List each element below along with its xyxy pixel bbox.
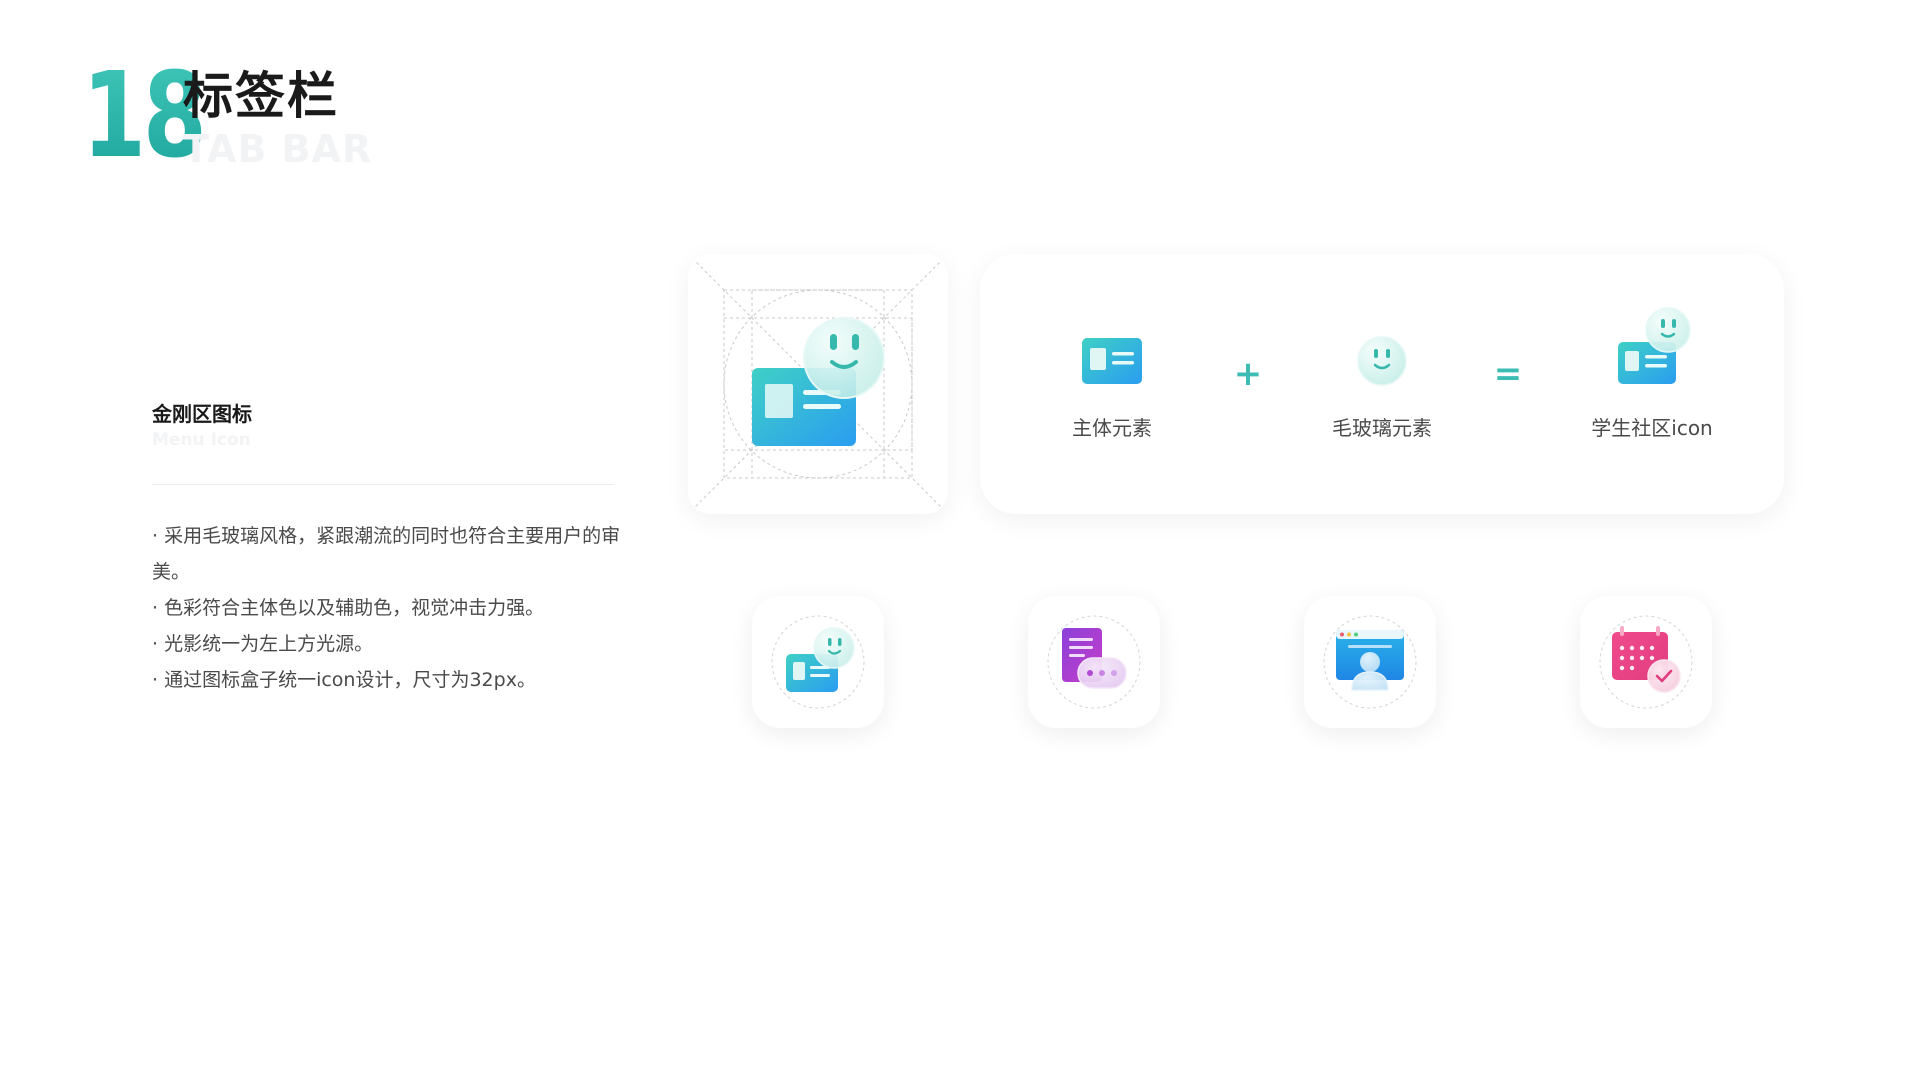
- description-item: · 光影统一为左上方光源。: [152, 633, 374, 655]
- document-chat-icon: [1047, 615, 1141, 709]
- section-divider: [152, 484, 614, 485]
- formula-item-glass: 毛玻璃元素: [1272, 334, 1492, 441]
- student-community-icon: [771, 615, 865, 709]
- plus-sign: +: [1233, 354, 1263, 394]
- student-community-icon: [1618, 307, 1691, 384]
- icon-composition-card: 主体元素 + 毛玻璃元素 = 学生社区icon: [980, 254, 1784, 514]
- menu-icon-tile-calendar-check: [1580, 596, 1712, 728]
- icon-grid-card: [688, 254, 948, 514]
- icon-grid-construction: [688, 254, 948, 514]
- id-card-icon: [1082, 338, 1142, 384]
- page-title: 标签栏: [183, 67, 339, 125]
- equals-sign: =: [1493, 354, 1523, 394]
- description-item: · 色彩符合主体色以及辅助色，视觉冲击力强。: [152, 597, 545, 619]
- menu-icon-tile-monitor-user: [1304, 596, 1436, 728]
- monitor-user-icon: [1323, 615, 1417, 709]
- description-item: · 采用毛玻璃风格，紧跟潮流的同时也符合主要用户的审美。: [152, 525, 621, 583]
- section-subtitle: Menu Icon: [152, 430, 251, 450]
- section-title: 金刚区图标: [152, 402, 252, 426]
- formula-label: 学生社区icon: [1591, 416, 1713, 440]
- calendar-check-icon: [1599, 615, 1693, 709]
- menu-icon-tile-document-chat: [1028, 596, 1160, 728]
- description-list: · 采用毛玻璃风格，紧跟潮流的同时也符合主要用户的审美。 · 色彩符合主体色以及…: [152, 518, 622, 698]
- formula-label: 主体元素: [1072, 416, 1152, 440]
- formula-item-result: 学生社区icon: [1542, 307, 1762, 441]
- page-subtitle: TAB BAR: [183, 127, 373, 171]
- formula-item-main: 主体元素: [1002, 334, 1222, 441]
- smiley-glass-icon: [1357, 336, 1407, 386]
- formula-label: 毛玻璃元素: [1332, 416, 1432, 440]
- description-item: · 通过图标盒子统一icon设计，尺寸为32px。: [152, 669, 536, 691]
- smiley-glass-shape: [803, 317, 885, 399]
- menu-icon-tile-student-community: [752, 596, 884, 728]
